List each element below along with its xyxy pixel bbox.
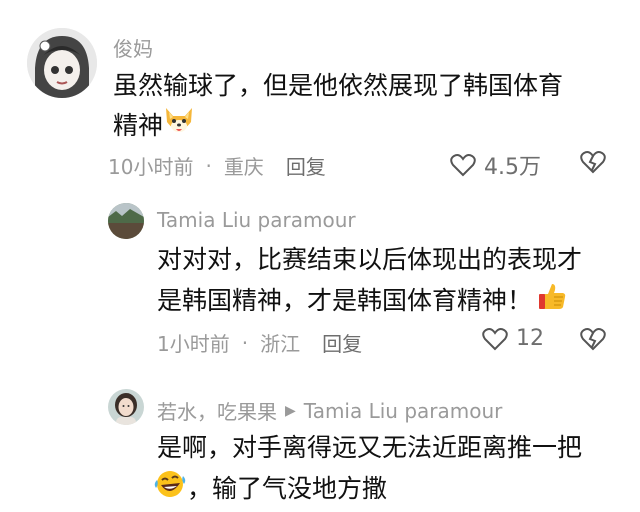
broken-heart-icon — [580, 151, 606, 174]
comment-text-line: 是啊，对手离得远又无法近距离推一把 — [157, 433, 583, 462]
reply-button[interactable]: 回复 — [286, 151, 326, 180]
comment-meta: 10小时前 · 重庆 回复 — [108, 151, 326, 180]
anime-girl-avatar-icon — [27, 28, 97, 98]
meta-separator: · — [241, 330, 249, 355]
comment-text: 是啊，对手离得远又无法近距离推一把 ，输了气没地方撒 — [154, 428, 627, 512]
comment-username[interactable]: 俊妈 — [113, 33, 153, 62]
comment-meta: 1小时前 · 浙江 回复 — [157, 328, 362, 357]
like-button[interactable]: 12 — [482, 326, 544, 351]
comment-text-line: 虽然输球了，但是他依然展现了韩国体育 — [113, 71, 564, 100]
comment-username[interactable]: Tamia Liu paramour — [157, 208, 356, 232]
like-count: 4.5万 — [484, 155, 541, 180]
reply-arrow-icon: ▶ — [285, 402, 296, 419]
laughing-tears-emoji-icon — [153, 468, 187, 512]
avatar[interactable] — [108, 203, 144, 239]
comment-text-line: ，输了气没地方撒 — [154, 468, 627, 512]
comment-text-line: 对对对，比赛结束以后体现出的表现才 — [157, 245, 583, 274]
comment-time: 1小时前 — [157, 332, 230, 356]
comment-text-line: 是韩国精神，才是韩国体育精神！ — [157, 280, 627, 324]
avatar[interactable] — [27, 28, 97, 98]
comment-text: 对对对，比赛结束以后体现出的表现才 是韩国精神，才是韩国体育精神！ — [157, 240, 627, 324]
reply-button[interactable]: 回复 — [322, 328, 362, 357]
comment-location: 浙江 — [260, 332, 301, 356]
like-button[interactable]: 4.5万 — [450, 149, 541, 181]
comment-location: 重庆 — [223, 155, 264, 179]
dislike-button[interactable] — [580, 150, 606, 178]
fox-face-emoji-icon — [163, 106, 195, 148]
comment-username[interactable]: 若水，吃果果 — [157, 396, 277, 425]
landscape-avatar-icon — [108, 203, 144, 239]
heart-icon — [482, 327, 508, 350]
comment-time: 10小时前 — [108, 155, 194, 179]
comment-text-line: 精神 — [113, 106, 613, 148]
heart-icon — [450, 154, 476, 177]
woman-avatar-icon — [108, 389, 144, 425]
broken-heart-icon — [580, 328, 606, 351]
thumbs-up-emoji-icon — [536, 280, 568, 324]
comment-text: 虽然输球了，但是他依然展现了韩国体育 精神 — [113, 66, 613, 148]
like-count: 12 — [516, 326, 544, 351]
avatar[interactable] — [108, 389, 144, 425]
meta-separator: · — [205, 153, 212, 178]
reply-header: 若水，吃果果 ▶ Tamia Liu paramour — [157, 396, 502, 425]
reply-to-username[interactable]: Tamia Liu paramour — [304, 399, 503, 423]
dislike-button[interactable] — [580, 327, 606, 355]
